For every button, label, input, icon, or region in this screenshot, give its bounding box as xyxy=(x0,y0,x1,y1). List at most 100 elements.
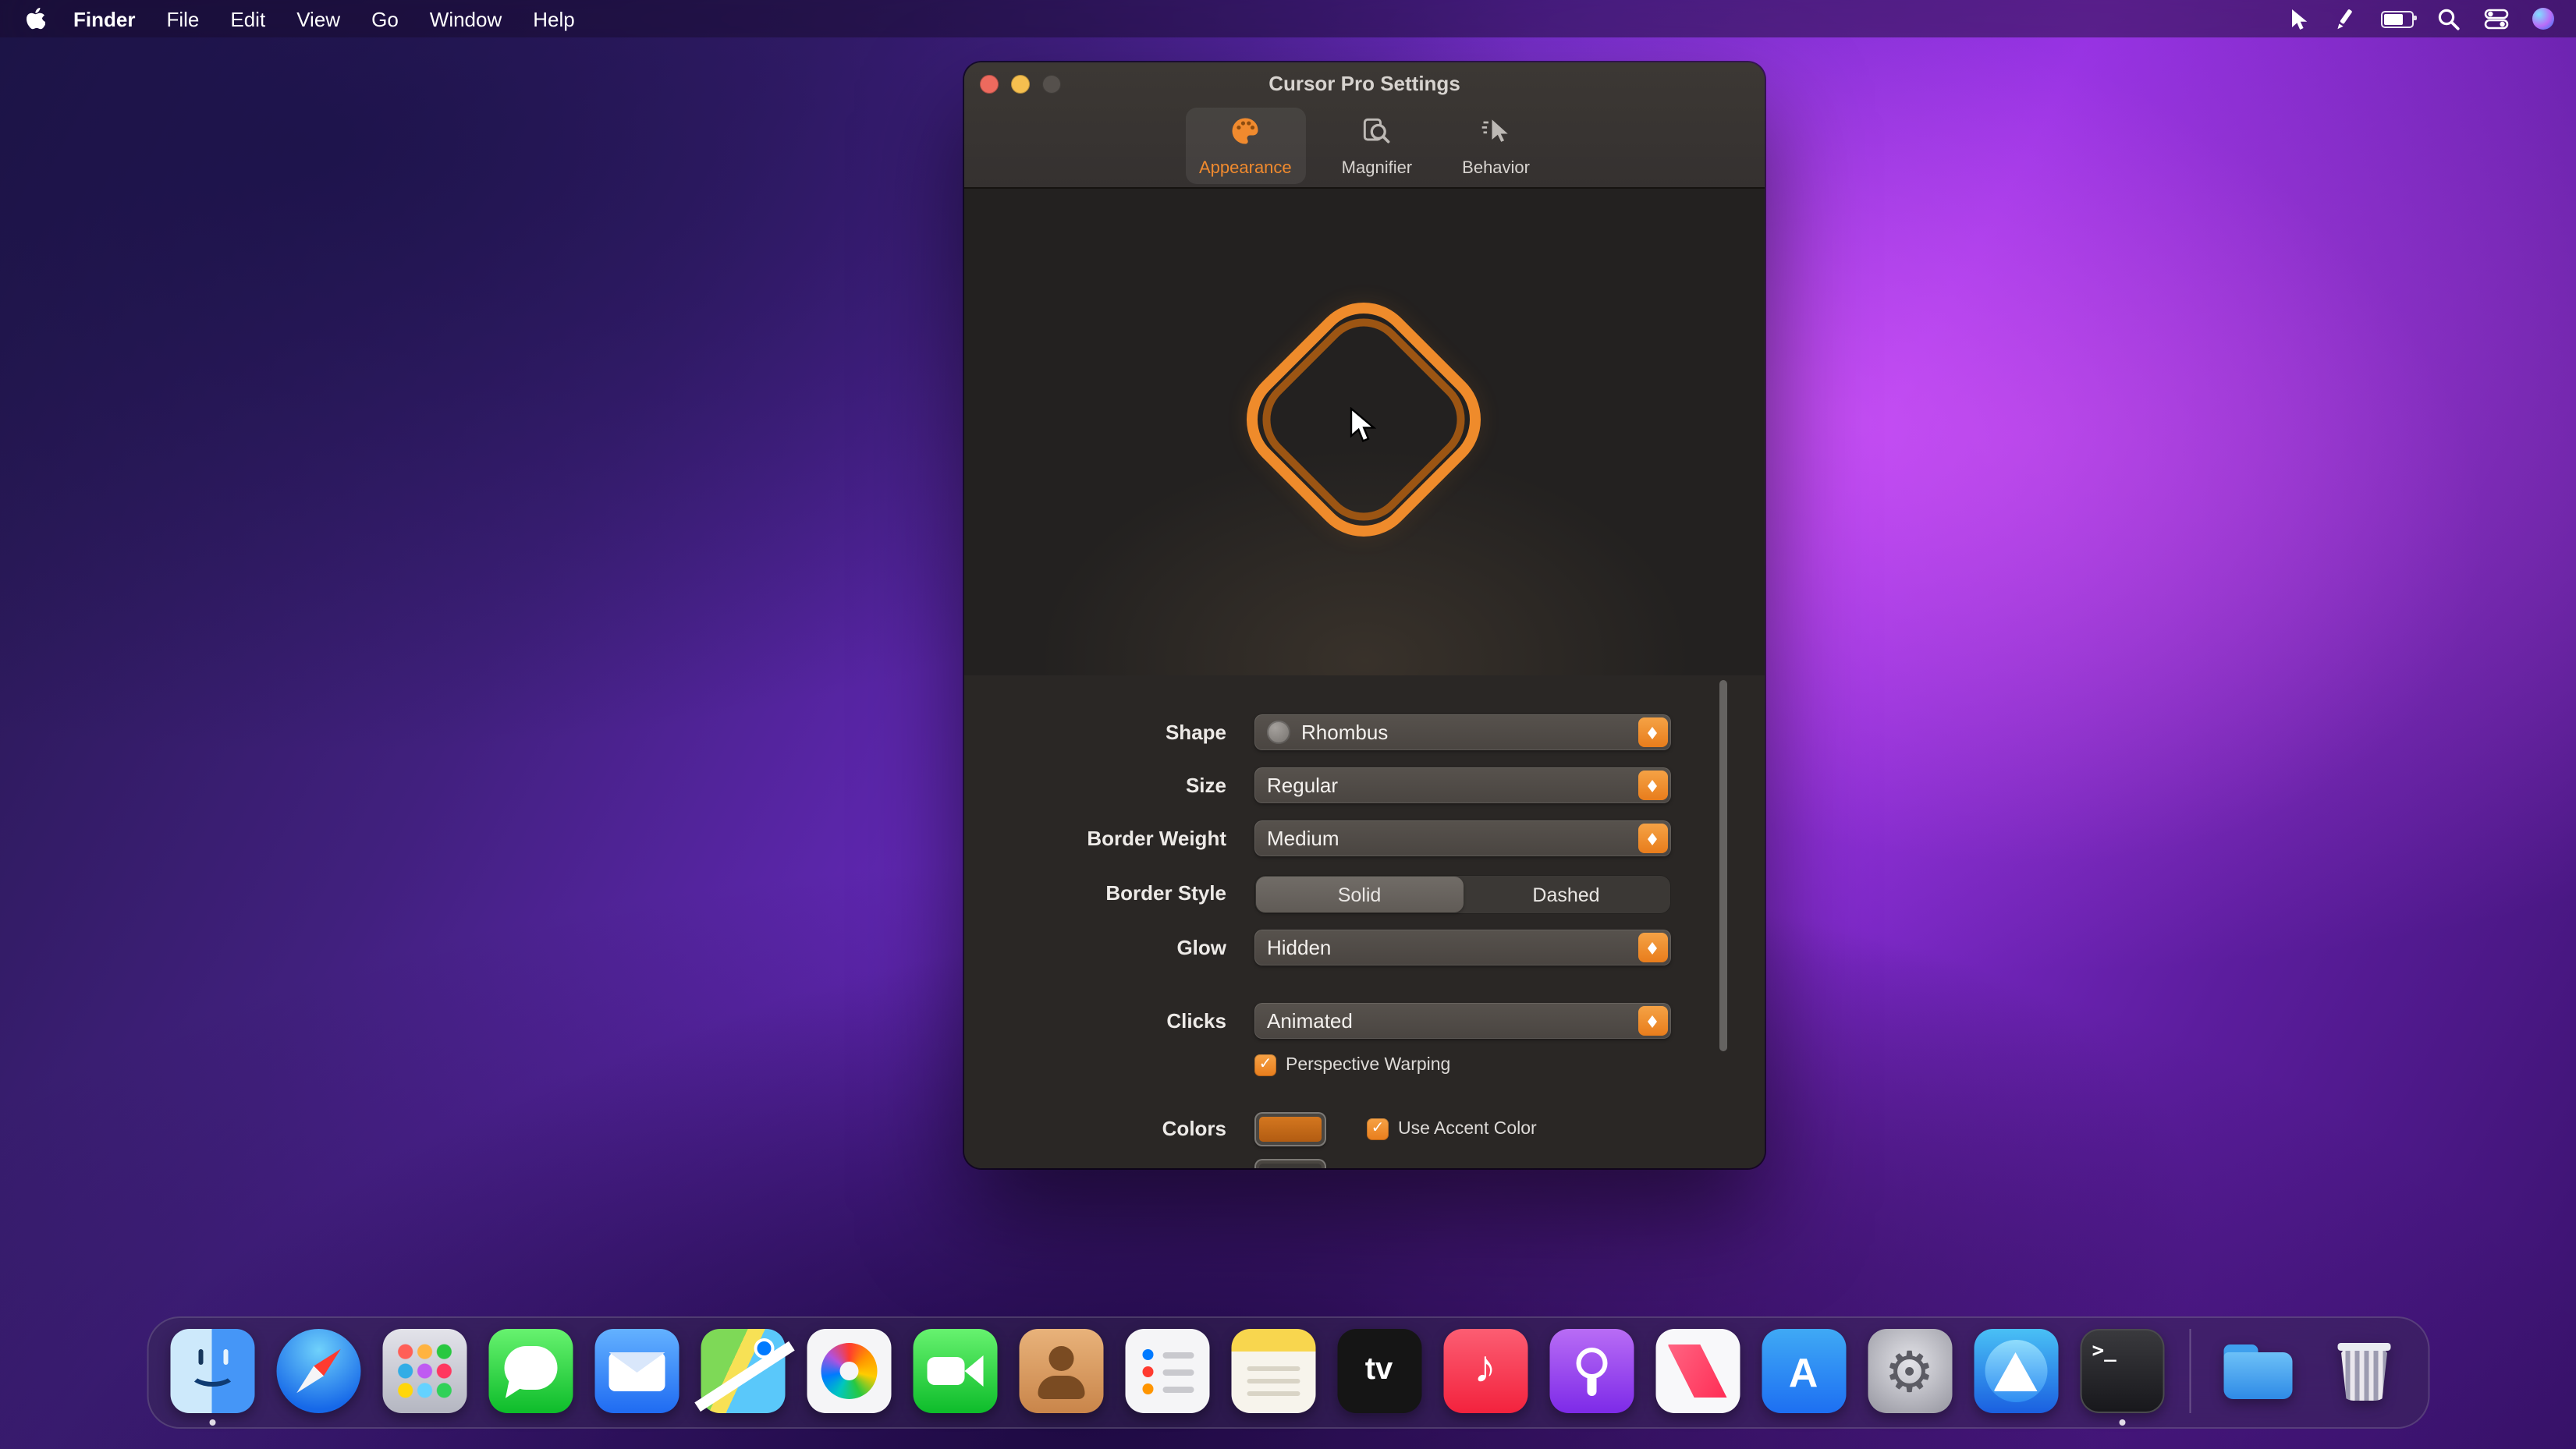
window-title: Cursor Pro Settings xyxy=(964,62,1765,106)
dock-finder[interactable] xyxy=(170,1329,254,1413)
appstore-icon xyxy=(1762,1329,1846,1413)
panel-scrollbar-thumb[interactable] xyxy=(1719,680,1727,1051)
accent-color-well[interactable] xyxy=(1254,1112,1326,1146)
dock-blueapp[interactable] xyxy=(1974,1329,2058,1413)
dock-separator xyxy=(2189,1329,2191,1413)
tab-behavior-label: Behavior xyxy=(1462,158,1530,177)
messages-icon xyxy=(488,1329,573,1413)
dock-sysprefs[interactable] xyxy=(1868,1329,1952,1413)
status-icons xyxy=(2289,7,2554,30)
tab-appearance[interactable]: Appearance xyxy=(1185,107,1306,183)
facetime-icon xyxy=(913,1329,997,1413)
menu-go[interactable]: Go xyxy=(356,7,414,30)
mail-icon xyxy=(594,1329,679,1413)
stepper-arrows-icon xyxy=(1638,824,1668,853)
menu-file[interactable]: File xyxy=(151,7,215,30)
title-bar[interactable]: Cursor Pro Settings xyxy=(964,62,1765,105)
border-weight-value: Medium xyxy=(1267,827,1339,850)
glow-value: Hidden xyxy=(1267,936,1331,959)
checkbox-checked-icon xyxy=(1254,1054,1276,1076)
glow-label: Glow xyxy=(964,930,1226,965)
stepper-arrows-icon xyxy=(1638,1006,1668,1036)
shape-dropdown[interactable]: Rhombus xyxy=(1254,714,1671,750)
window-chrome: Cursor Pro Settings Appearance Magnifier xyxy=(964,62,1765,189)
finder-icon xyxy=(170,1329,254,1413)
dock xyxy=(147,1316,2430,1429)
dock-mail[interactable] xyxy=(594,1329,679,1413)
battery-icon[interactable] xyxy=(2381,10,2414,27)
notes-icon xyxy=(1231,1329,1315,1413)
size-dropdown[interactable]: Regular xyxy=(1254,767,1671,803)
toolbar: Appearance Magnifier Behavior xyxy=(964,105,1765,186)
tv-icon xyxy=(1337,1329,1421,1413)
dock-notes[interactable] xyxy=(1231,1329,1315,1413)
zoom-button[interactable] xyxy=(1042,75,1061,94)
clicks-dropdown[interactable]: Animated xyxy=(1254,1003,1671,1039)
shape-label: Shape xyxy=(964,714,1226,750)
pen-status-icon[interactable] xyxy=(2334,7,2358,30)
dock-messages[interactable] xyxy=(488,1329,573,1413)
dock-trash[interactable] xyxy=(2322,1329,2407,1413)
tab-magnifier[interactable]: Magnifier xyxy=(1328,107,1427,183)
minimize-button[interactable] xyxy=(1011,75,1030,94)
dock-reminders[interactable] xyxy=(1125,1329,1209,1413)
dock-safari[interactable] xyxy=(276,1329,360,1413)
siri-icon[interactable] xyxy=(2532,8,2554,30)
size-value: Regular xyxy=(1267,774,1338,797)
stepper-arrows-icon xyxy=(1638,933,1668,962)
menu-window[interactable]: Window xyxy=(414,7,518,30)
border-style-solid-button[interactable]: Solid xyxy=(1256,877,1463,912)
cursor-pro-settings-window: Cursor Pro Settings Appearance Magnifier xyxy=(964,62,1765,1168)
pointer-cursor xyxy=(1350,407,1376,452)
stepper-arrows-icon xyxy=(1638,771,1668,800)
dock-facetime[interactable] xyxy=(913,1329,997,1413)
dock-contacts[interactable] xyxy=(1019,1329,1103,1413)
menu-view[interactable]: View xyxy=(281,7,356,30)
secondary-color-well-partial[interactable] xyxy=(1254,1159,1326,1168)
apple-menu[interactable] xyxy=(25,7,45,30)
colors-label: Colors xyxy=(964,1112,1226,1146)
tab-behavior[interactable]: Behavior xyxy=(1448,107,1544,183)
size-label: Size xyxy=(964,767,1226,803)
clicks-value: Animated xyxy=(1267,1009,1353,1033)
dock-podcasts[interactable] xyxy=(1549,1329,1634,1413)
secondary-color-swatch xyxy=(1259,1164,1322,1168)
trash-icon xyxy=(2322,1329,2407,1413)
control-center-icon[interactable] xyxy=(2484,8,2509,30)
shape-value: Rhombus xyxy=(1301,721,1388,744)
dock-launchpad[interactable] xyxy=(382,1329,467,1413)
dock-music[interactable] xyxy=(1443,1329,1528,1413)
terminal-icon xyxy=(2080,1329,2164,1413)
podcasts-icon xyxy=(1549,1329,1634,1413)
launchpad-icon xyxy=(382,1329,467,1413)
border-weight-label: Border Weight xyxy=(964,820,1226,856)
use-accent-color-checkbox[interactable]: Use Accent Color xyxy=(1367,1118,1537,1140)
border-style-segmented-control: Solid Dashed xyxy=(1254,875,1671,914)
stepper-arrows-icon xyxy=(1638,717,1668,747)
dock-maps[interactable] xyxy=(701,1329,785,1413)
close-button[interactable] xyxy=(980,75,999,94)
palette-icon xyxy=(1228,113,1262,155)
border-style-dashed-button[interactable]: Dashed xyxy=(1463,877,1669,912)
cursor-status-icon[interactable] xyxy=(2289,7,2311,30)
spotlight-search-icon[interactable] xyxy=(2437,7,2461,30)
border-weight-dropdown[interactable]: Medium xyxy=(1254,820,1671,856)
dock-folder[interactable] xyxy=(2216,1329,2301,1413)
menu-help[interactable]: Help xyxy=(517,7,591,30)
shape-swatch-icon xyxy=(1267,721,1290,744)
dock-tv[interactable] xyxy=(1337,1329,1421,1413)
dock-appstore[interactable] xyxy=(1762,1329,1846,1413)
music-icon xyxy=(1443,1329,1528,1413)
contacts-icon xyxy=(1019,1329,1103,1413)
dock-news[interactable] xyxy=(1655,1329,1740,1413)
perspective-warping-checkbox[interactable]: Perspective Warping xyxy=(1254,1054,1450,1076)
active-app-name[interactable]: Finder xyxy=(58,7,151,30)
menu-edit[interactable]: Edit xyxy=(215,7,281,30)
dock-terminal[interactable] xyxy=(2080,1329,2164,1413)
safari-icon xyxy=(276,1329,360,1413)
cursor-arrow-icon xyxy=(1479,113,1513,155)
dock-photos[interactable] xyxy=(807,1329,891,1413)
magnifier-icon xyxy=(1360,113,1394,155)
glow-dropdown[interactable]: Hidden xyxy=(1254,930,1671,965)
folder-icon xyxy=(2216,1329,2301,1413)
